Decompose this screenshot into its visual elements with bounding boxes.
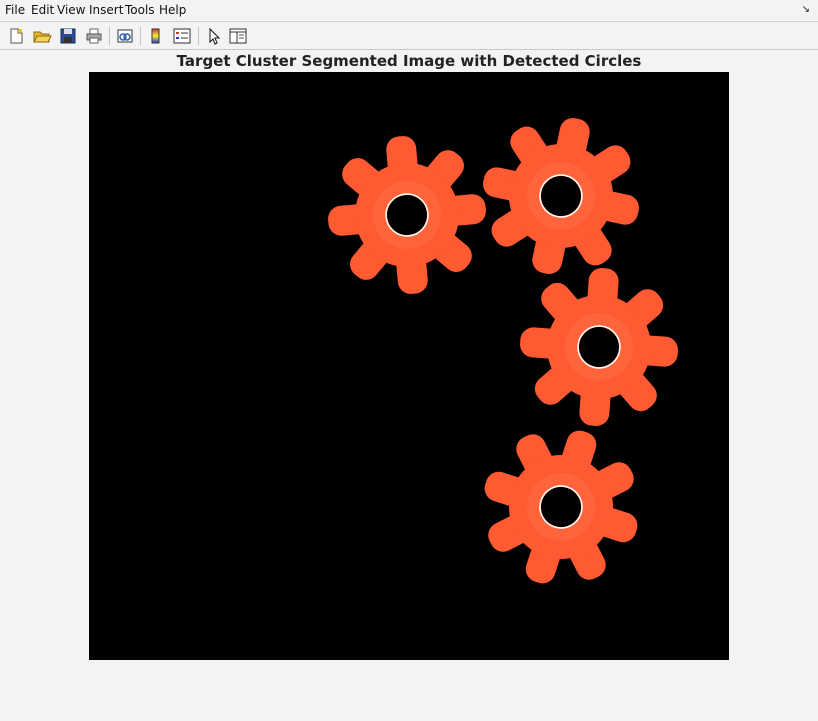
gear-middle-right: [520, 268, 678, 426]
figure-toolbar: [0, 21, 818, 50]
new-figure-icon[interactable]: [6, 26, 26, 46]
segmented-image: [328, 118, 678, 584]
open-file-icon[interactable]: [32, 26, 52, 46]
menu-file[interactable]: File: [5, 3, 25, 17]
menu-insert[interactable]: Insert: [89, 3, 123, 17]
menu-view[interactable]: View: [57, 3, 85, 17]
menu-bar: File Edit View Insert Tools Help ↘: [0, 0, 818, 21]
menu-edit[interactable]: Edit: [31, 3, 54, 17]
save-icon[interactable]: [58, 26, 78, 46]
link-plot-icon[interactable]: [115, 26, 135, 46]
legend-icon[interactable]: [172, 26, 192, 46]
gear-top-right: [483, 118, 639, 274]
dock-arrow-icon[interactable]: ↘: [802, 4, 810, 15]
print-icon[interactable]: [84, 26, 104, 46]
plot-title: Target Cluster Segmented Image with Dete…: [176, 52, 642, 70]
menu-help[interactable]: Help: [159, 3, 186, 17]
colorbar-icon[interactable]: [146, 26, 166, 46]
gear-top-left: [328, 136, 486, 294]
gear-bottom-right: [484, 430, 638, 584]
menu-tools[interactable]: Tools: [125, 3, 155, 17]
property-editor-icon[interactable]: [228, 26, 248, 46]
segmented-image-axes[interactable]: [89, 72, 729, 660]
edit-plot-pointer-icon[interactable]: [204, 26, 224, 46]
